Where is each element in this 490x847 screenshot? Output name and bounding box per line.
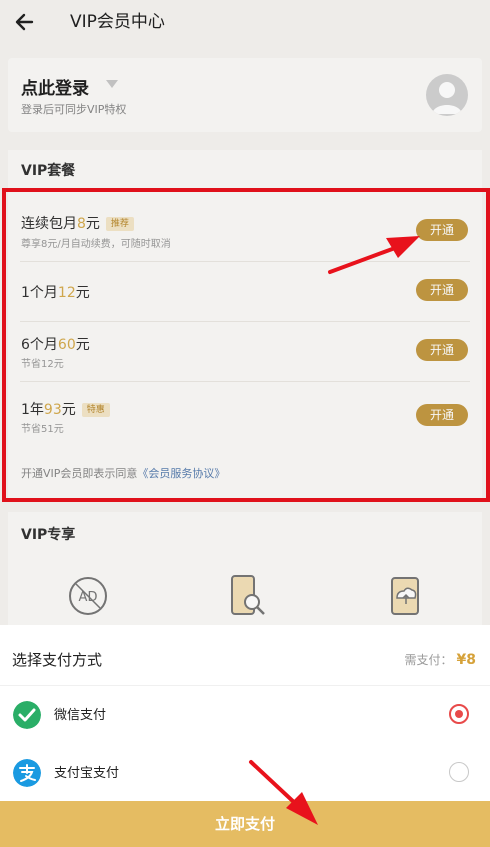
wechat-pay-icon [13, 701, 41, 729]
payment-option-wechat[interactable]: 微信支付 [0, 685, 490, 743]
amount-value: ¥8 [456, 652, 476, 668]
payment-method-title: 选择支付方式 [12, 651, 103, 669]
alipay-icon [13, 759, 41, 787]
payment-sheet: 选择支付方式 需支付： ¥8 微信支付 支付宝支付 立即支付 [0, 625, 490, 847]
pay-now-button[interactable]: 立即支付 [0, 801, 490, 847]
payment-option-label: 支付宝支付 [54, 766, 120, 781]
vip-center-page: VIP会员中心 点此登录 登录后可同步VIP特权 VIP套餐 连续包月8元 推荐 … [0, 0, 490, 847]
amount-due: 需支付： ¥8 [404, 652, 477, 668]
payment-option-label: 微信支付 [54, 708, 107, 723]
backdrop-overlay[interactable] [0, 0, 490, 625]
radio-selected[interactable] [449, 704, 469, 724]
radio-unselected[interactable] [449, 762, 469, 782]
payment-option-alipay[interactable]: 支付宝支付 [0, 743, 490, 801]
